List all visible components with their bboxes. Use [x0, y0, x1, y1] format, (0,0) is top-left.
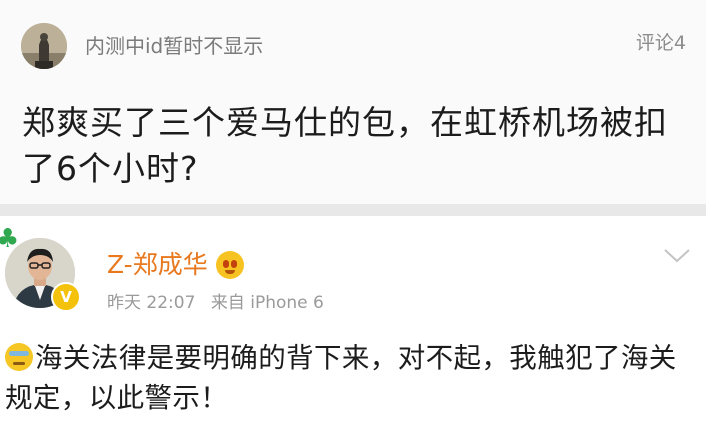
question-card: 内测中id暂时不显示 评论4 郑爽买了三个爱马仕的包，在虹桥机场被扣了6个小时?: [0, 0, 706, 204]
post-time: 昨天 22:07: [107, 293, 196, 313]
author-row: Z-郑成华: [107, 248, 244, 282]
poster-avatar[interactable]: [21, 23, 67, 69]
post-content-text: 海关法律是要明确的背下来，对不起，我触犯了海关规定，以此警示！: [5, 342, 677, 414]
comment-count-link[interactable]: 评论4: [636, 30, 686, 56]
sweat-smile-emoji-icon: [5, 343, 33, 371]
post-meta: 昨天 22:07 来自 iPhone 6: [107, 291, 324, 315]
card-divider: [0, 204, 706, 216]
grimace-emoji-icon: [215, 251, 244, 279]
author-avatar[interactable]: V: [5, 238, 81, 312]
author-name[interactable]: Z-郑成华: [107, 249, 208, 281]
vip-badge-icon: V: [51, 282, 81, 312]
post-source: 来自 iPhone 6: [210, 293, 324, 313]
statue-avatar-icon: [21, 23, 67, 69]
weibo-screenshot: 内测中id暂时不显示 评论4 郑爽买了三个爱马仕的包，在虹桥机场被扣了6个小时?…: [0, 0, 706, 430]
poster-name[interactable]: 内测中id暂时不显示: [85, 33, 263, 59]
question-text: 郑爽买了三个爱马仕的包，在虹桥机场被扣了6个小时?: [22, 103, 668, 188]
answer-card: ♣ V Z-郑成华 昨天 22:07 来自 iPhone 6 海关法律是要明确的…: [0, 216, 706, 430]
post-content: 海关法律是要明确的背下来，对不起，我触犯了海关规定，以此警示！: [5, 338, 697, 418]
chevron-down-icon[interactable]: [662, 246, 692, 266]
